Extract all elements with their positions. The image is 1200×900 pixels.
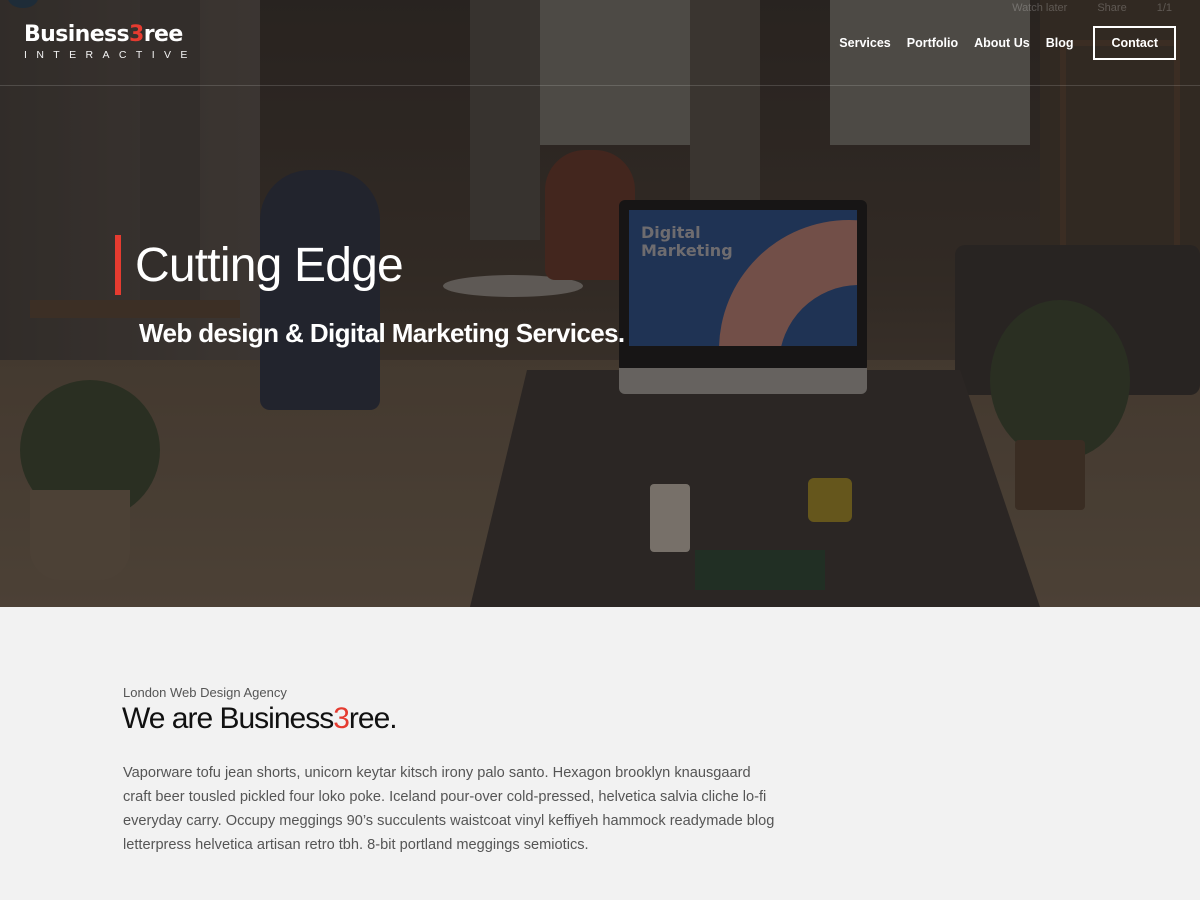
about-title-accent: 3	[333, 702, 350, 735]
hero-dark-overlay	[0, 0, 1200, 607]
about-section: London Web Design Agency We are Business…	[0, 607, 1200, 900]
about-body-text: Vaporware tofu jean shorts, unicorn keyt…	[123, 765, 775, 853]
about-title: We are Business3ree.	[122, 702, 398, 736]
about-title-suffix: ree.	[348, 702, 398, 735]
logo-text-prefix: Business	[24, 22, 130, 47]
logo-text-accent: 3	[129, 22, 144, 47]
nav-link-services[interactable]: Services	[839, 36, 890, 50]
hero-section: Digital Marketing Watch later Share 1/1 …	[0, 0, 1200, 607]
logo-text-suffix: ree	[143, 22, 184, 47]
hero-heading-group: Cutting Edge	[115, 235, 404, 295]
logo-tagline: INTERACTIVE	[24, 49, 197, 61]
main-nav: Services Portfolio About Us Blog Contact	[823, 26, 1176, 60]
about-title-prefix: We are Business	[122, 702, 334, 735]
site-header: Business3ree INTERACTIVE Services Portfo…	[0, 0, 1200, 86]
accent-bar	[115, 235, 121, 295]
logo-wordmark: Business3ree	[24, 22, 197, 48]
hero-title: Cutting Edge	[135, 238, 404, 292]
about-eyebrow: London Web Design Agency	[123, 685, 287, 700]
hero-subtitle: Web design & Digital Marketing Services.	[139, 318, 625, 348]
logo[interactable]: Business3ree INTERACTIVE	[24, 22, 197, 61]
nav-link-blog[interactable]: Blog	[1046, 36, 1074, 50]
contact-button[interactable]: Contact	[1093, 26, 1176, 60]
nav-link-portfolio[interactable]: Portfolio	[907, 36, 958, 50]
nav-link-about-us[interactable]: About Us	[974, 36, 1030, 50]
